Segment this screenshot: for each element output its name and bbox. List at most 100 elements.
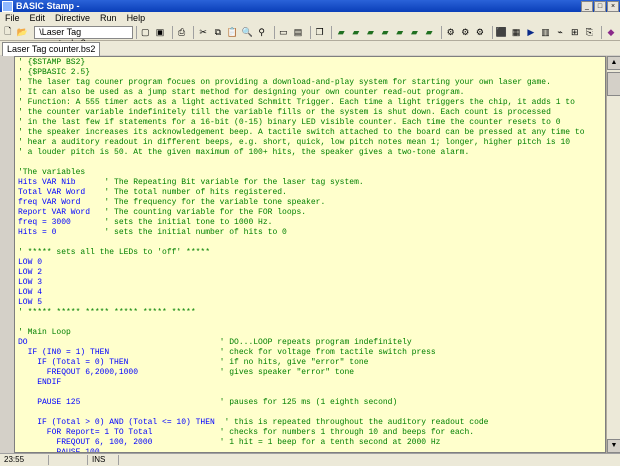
open-folder-icon[interactable]: 📂 bbox=[17, 26, 29, 38]
code-line: IF (IN0 = 1) THEN ' check for voltage fr… bbox=[18, 348, 436, 357]
code-line: ' the speaker increases its acknowledgem… bbox=[18, 128, 585, 137]
code-line: PAUSE 125 ' pauses for 125 ms (1 eighth … bbox=[18, 398, 398, 407]
tokenize-icon[interactable]: ⊞ bbox=[569, 26, 581, 38]
file-path: \Laser Tag counter.bs2 bbox=[34, 25, 133, 48]
code-line: ENDIF bbox=[18, 378, 62, 387]
memory-map-icon[interactable]: ▦ bbox=[510, 26, 522, 38]
app-icon bbox=[2, 0, 13, 12]
insert-mode: INS bbox=[88, 455, 119, 465]
code-line: IF (Total = 0) THEN ' if no hits, give "… bbox=[18, 358, 369, 367]
run-icon[interactable]: ▶ bbox=[525, 26, 537, 38]
menu-bar: File Edit Directive Run Help bbox=[0, 12, 620, 24]
minimize-button[interactable]: _ bbox=[581, 1, 593, 12]
open-file-icon[interactable]: ▤ bbox=[292, 26, 304, 38]
debug-icon[interactable]: ▥ bbox=[540, 26, 552, 38]
find-icon[interactable]: 🔍 bbox=[241, 26, 253, 38]
code-line: Report VAR Word ' The counting variable … bbox=[18, 208, 307, 217]
code-line: ' ***** sets all the LEDs to 'off' ***** bbox=[18, 248, 211, 257]
copy-icon[interactable]: ⧉ bbox=[212, 26, 224, 38]
code-line: Total VAR Word ' The total number of hit… bbox=[18, 188, 287, 197]
paste-icon[interactable]: 📋 bbox=[227, 26, 239, 38]
code-line: ' in the last few if statements for a 16… bbox=[18, 118, 561, 127]
menu-file[interactable]: File bbox=[0, 13, 25, 23]
title-bar: BASIC Stamp - _ □ × bbox=[0, 0, 620, 12]
syntax-check-icon[interactable]: ⬛ bbox=[496, 26, 508, 38]
stamp-bs2-icon[interactable]: ▰ bbox=[350, 26, 362, 38]
stamp-bs2sx-icon[interactable]: ▰ bbox=[379, 26, 391, 38]
pbasic-2-0-icon[interactable]: ⚙ bbox=[459, 26, 471, 38]
toolbar-divider bbox=[273, 25, 275, 39]
vertical-scrollbar[interactable]: ▲ ▼ bbox=[606, 56, 620, 453]
stamp-bs2px-icon[interactable]: ▰ bbox=[423, 26, 435, 38]
code-line: LOW 3 bbox=[18, 278, 43, 287]
pbasic-2-5-icon[interactable]: ⚙ bbox=[474, 26, 486, 38]
code-line: FREQOUT 6,2000,1000 ' gives speaker "err… bbox=[18, 368, 355, 377]
new-file-icon[interactable]: 🗋 bbox=[2, 26, 14, 38]
identify-icon[interactable]: ⌁ bbox=[554, 26, 566, 38]
editor-gutter bbox=[0, 56, 14, 453]
prefs-icon[interactable]: ◆ bbox=[605, 26, 617, 38]
code-line: freq VAR Word ' The frequency for the va… bbox=[18, 198, 326, 207]
scroll-up-icon[interactable]: ▲ bbox=[607, 56, 620, 70]
cut-icon[interactable]: ✂ bbox=[197, 26, 209, 38]
toolbar-divider bbox=[440, 25, 442, 39]
tab-laser-tag-counter[interactable]: Laser Tag counter.bs2 bbox=[2, 42, 101, 56]
code-line: ' Function: A 555 timer acts as a light … bbox=[18, 98, 575, 107]
code-line: FOR Report= 1 TO Total ' checks for numb… bbox=[18, 428, 475, 437]
document-icon[interactable]: ▢ bbox=[139, 26, 151, 38]
stamp-bs1-icon[interactable]: ▰ bbox=[335, 26, 347, 38]
toolbar-divider bbox=[331, 25, 333, 39]
code-line: LOW 5 bbox=[18, 298, 43, 307]
code-line: ' a louder pitch is 50. At the given max… bbox=[18, 148, 470, 157]
code-line: 'The variables bbox=[18, 168, 86, 177]
toolbar-divider bbox=[193, 25, 195, 39]
code-line: FREQOUT 6, 100, 2000 ' 1 hit = 1 beep fo… bbox=[18, 438, 441, 447]
tab-bar: Laser Tag counter.bs2 bbox=[0, 41, 620, 56]
menu-run[interactable]: Run bbox=[95, 13, 122, 23]
save-icon[interactable]: ▣ bbox=[154, 26, 166, 38]
code-line: Hits = 0 ' sets the initial number of hi… bbox=[18, 228, 287, 237]
code-line: DO ' DO...LOOP repeats program indefinit… bbox=[18, 338, 412, 347]
code-line: IF (Total > 0) AND (Total <= 10) THEN ' … bbox=[18, 418, 489, 427]
status-bar: 23:55 INS bbox=[0, 453, 620, 466]
code-line: ' {$STAMP BS2} bbox=[18, 58, 86, 67]
toolbar-divider bbox=[309, 25, 311, 39]
scroll-thumb[interactable] bbox=[607, 72, 620, 96]
binoculars-icon[interactable]: ⚲ bbox=[256, 26, 268, 38]
scan-icon[interactable]: ⎘ bbox=[584, 26, 596, 38]
toolbar: 🗋 📂 \Laser Tag counter.bs2 ▢ ▣ ⎙ ✂ ⧉ 📋 🔍… bbox=[0, 24, 620, 48]
cursor-position: 23:55 bbox=[0, 455, 49, 465]
code-line: Hits VAR Nib ' The Repeating Bit variabl… bbox=[18, 178, 364, 187]
toolbar-divider bbox=[171, 25, 173, 39]
toolbar-divider bbox=[601, 25, 603, 39]
code-line: ' Main Loop bbox=[18, 328, 71, 337]
code-line: LOW 4 bbox=[18, 288, 43, 297]
code-text: ' {$STAMP BS2} ' {$PBASIC 2.5} ' The laser… bbox=[18, 58, 585, 452]
menu-directive[interactable]: Directive bbox=[50, 13, 95, 23]
code-line: ' The laser tag couner program focues on… bbox=[18, 78, 551, 87]
stamp-bs2p-icon[interactable]: ▰ bbox=[394, 26, 406, 38]
close-button[interactable]: × bbox=[607, 1, 619, 12]
new-file-icon[interactable]: ▭ bbox=[278, 26, 290, 38]
maximize-button[interactable]: □ bbox=[594, 1, 606, 12]
scroll-down-icon[interactable]: ▼ bbox=[607, 439, 620, 453]
code-line: ' ***** ***** ***** ***** ***** ***** bbox=[18, 308, 196, 317]
stamp-bs2pe-icon[interactable]: ▰ bbox=[409, 26, 421, 38]
code-line: LOW 0 bbox=[18, 258, 43, 267]
window-icon[interactable]: ❐ bbox=[314, 26, 326, 38]
code-line: ' {$PBASIC 2.5} bbox=[18, 68, 91, 77]
print-icon[interactable]: ⎙ bbox=[176, 26, 188, 38]
menu-help[interactable]: Help bbox=[122, 13, 151, 23]
code-line: ' hear a auditory readout in different b… bbox=[18, 138, 571, 147]
toolbar-divider bbox=[135, 25, 137, 39]
code-editor[interactable]: ' {$STAMP BS2} ' {$PBASIC 2.5} ' The laser… bbox=[14, 56, 606, 453]
menu-edit[interactable]: Edit bbox=[25, 13, 51, 23]
window-title: BASIC Stamp - bbox=[16, 1, 80, 11]
stamp-bs2e-icon[interactable]: ▰ bbox=[365, 26, 377, 38]
pbasic-1-0-icon[interactable]: ⚙ bbox=[445, 26, 457, 38]
